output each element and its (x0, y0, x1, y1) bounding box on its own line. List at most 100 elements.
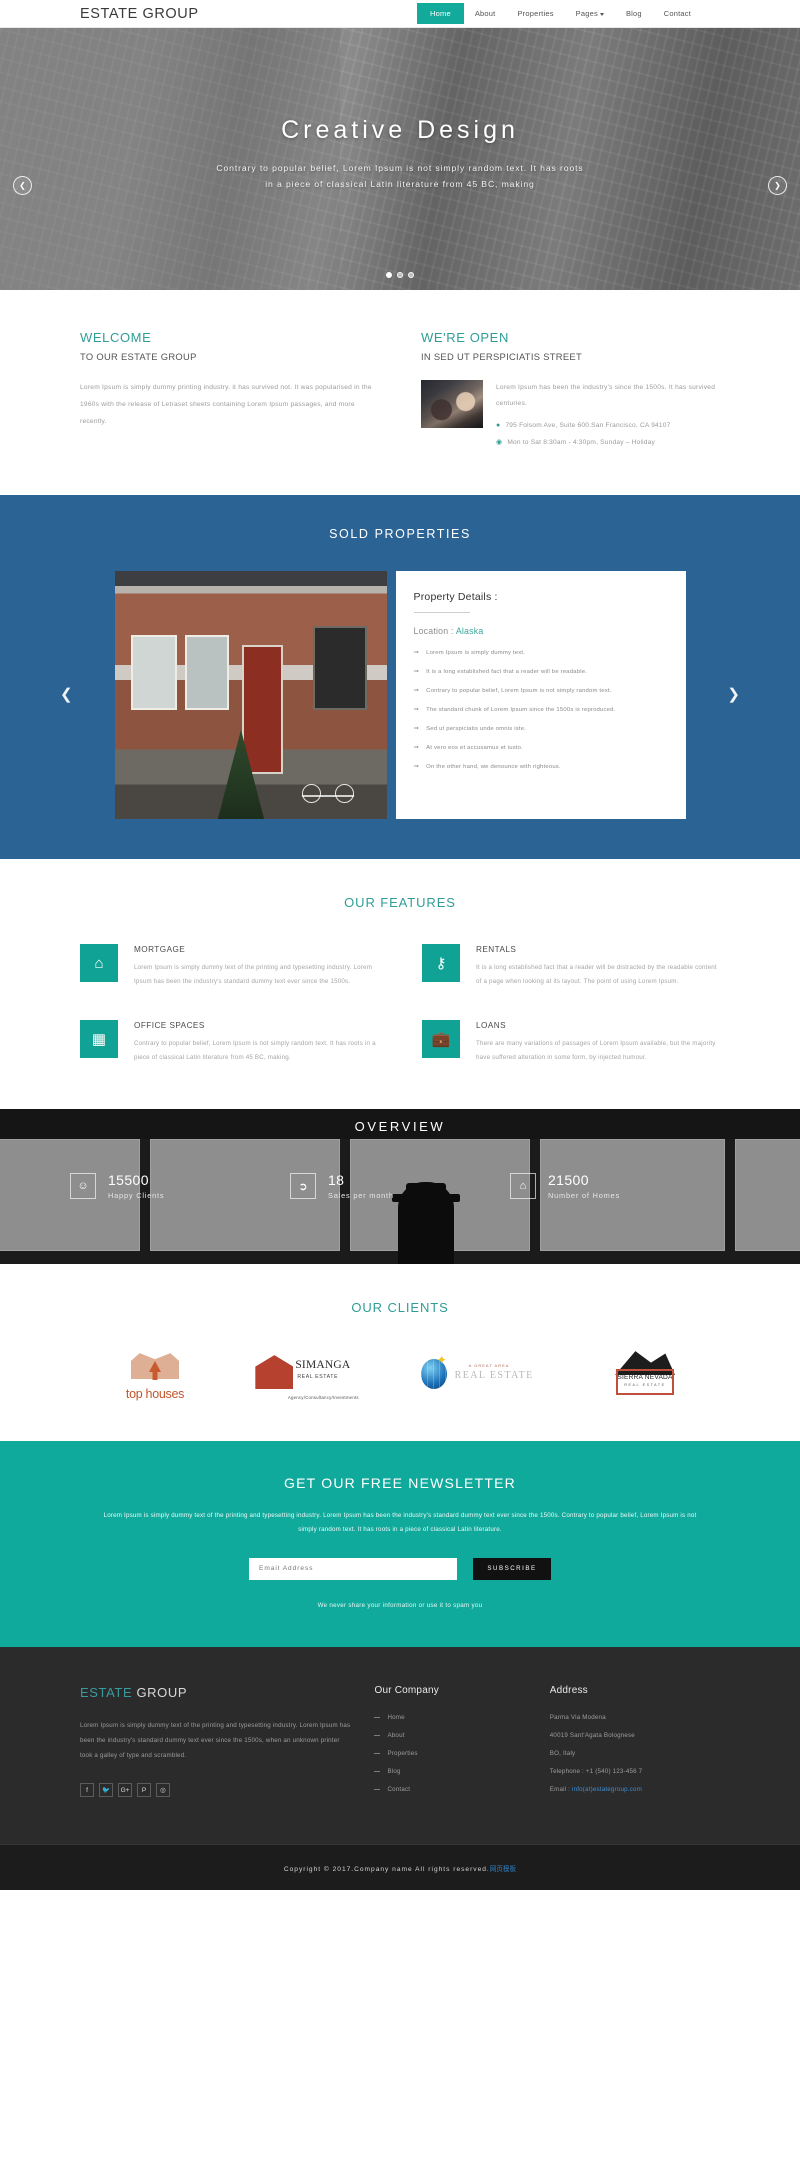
smiley-icon: ☺ (70, 1173, 96, 1200)
sold-properties-section: SOLD PROPERTIES ❮ ❯ Property Details : L… (0, 495, 800, 859)
facebook-icon[interactable]: f (80, 1783, 94, 1798)
features-section: OUR FEATURES ⌂ MORTGAGE Lorem Ipsum is s… (0, 859, 800, 1109)
dash-icon (374, 1752, 381, 1754)
footer-brand: ESTATE GROUP (80, 1685, 350, 1700)
stat-happy-clients: ☺ 15500 Happy Clients (70, 1172, 290, 1200)
footer-address-line: Parma Via Modena (549, 1713, 606, 1721)
welcome-title: WELCOME (80, 330, 152, 345)
footer-address-line: BO, Italy (549, 1749, 576, 1757)
client-logo-real-estate[interactable]: ✦ A GREAT AREA REAL ESTATE (407, 1349, 557, 1401)
property-bullet: ➞ It is a long established fact that a re… (414, 667, 668, 675)
subscribe-button[interactable]: SUBSCRIBE (473, 1557, 551, 1580)
simanga-logo-tagline: Agency/Consultancy/Investments (287, 1395, 359, 1401)
twitter-icon[interactable]: 🐦 (99, 1783, 113, 1798)
stat-number: 21500 (548, 1172, 589, 1189)
sold-properties-slide: Property Details : Location : Alaska ➞ Lo… (0, 571, 800, 819)
overview-section: OVERVIEW ☺ 15500 Happy Clients ➲ 18 Sale… (0, 1109, 800, 1265)
footer-link-contact[interactable]: Contact (374, 1786, 525, 1793)
google-plus-icon[interactable]: G+ (118, 1783, 132, 1798)
sold-prev-button[interactable]: ❮ (60, 685, 73, 703)
open-row: Lorem Ipsum has been the industry's sinc… (421, 380, 720, 447)
home-icon: ⌂ (510, 1173, 536, 1200)
sierra-frame (615, 1369, 674, 1396)
hero-dot-1[interactable] (386, 272, 392, 278)
sold-next-button[interactable]: ❯ (727, 685, 740, 703)
footer-link-label: Home (387, 1713, 405, 1721)
sierra-logo-text: SIERRA NEVADA (617, 1374, 673, 1382)
features-title: OUR FEATURES (344, 895, 456, 910)
open-photo (421, 380, 483, 428)
client-logo-top-houses[interactable]: top houses (80, 1349, 230, 1401)
footer-link-properties[interactable]: Properties (374, 1750, 525, 1757)
top-houses-logo: top houses (80, 1349, 230, 1401)
simanga-logo-sub: REAL ESTATE (297, 1374, 339, 1381)
welcome-subtitle: TO OUR ESTATE GROUP (80, 351, 197, 362)
home-icon: ⌂ (80, 944, 118, 982)
open-address: 795 Folsom Ave, Suite 600.San Francisco,… (505, 421, 671, 429)
nav-item-about[interactable]: About (464, 4, 507, 23)
footer-email-link[interactable]: info(at)estategroup.com (572, 1786, 642, 1793)
open-hours: Mon to Sat 8:30am - 4:30pm, Sunday – Hol… (507, 439, 656, 447)
property-bullet-text: It is a long established fact that a rea… (426, 669, 588, 675)
stat-body: 18 Sales per month (328, 1172, 394, 1200)
arrow-right-icon: ➞ (413, 649, 420, 656)
footer-address-column: Address Parma Via Modena 40019 Sant'Agat… (550, 1685, 720, 1804)
welcome-text: Lorem Ipsum is simply dummy printing ind… (80, 384, 372, 425)
property-photo (114, 571, 387, 819)
hero-prev-button[interactable]: ❮ (13, 176, 32, 195)
client-logo-simanga[interactable]: SIMANGA REAL ESTATE Agency/Consultancy/I… (243, 1349, 393, 1401)
overview-title: OVERVIEW (354, 1119, 446, 1135)
feature-text: Lorem Ipsum is simply dummy text of the … (134, 964, 373, 986)
footer-company-column: Our Company Home About Properties Blog C… (374, 1685, 525, 1804)
dash-icon (374, 1770, 381, 1772)
copyright-credit-link[interactable]: 网页模板 (490, 1866, 516, 1873)
stat-number: 18 (328, 1172, 345, 1189)
footer-link-blog[interactable]: Blog (374, 1768, 525, 1775)
open-address-line: ● 795 Folsom Ave, Suite 600.San Francisc… (496, 422, 720, 430)
dash-icon (374, 1734, 381, 1736)
welcome-section: WELCOME TO OUR ESTATE GROUP Lorem Ipsum … (0, 290, 800, 495)
site-brand[interactable]: ESTATE GROUP (80, 6, 199, 22)
property-location-label: Location : (413, 626, 456, 636)
hero-next-button[interactable]: ❯ (768, 176, 787, 195)
open-column: WE'RE OPEN IN SED UT PERSPICIATIS STREET… (421, 330, 720, 447)
hero-dot-2[interactable] (397, 272, 403, 278)
copyright-text: Copyright © 2017.Company name All rights… (283, 1865, 490, 1873)
hero-dot-3[interactable] (408, 272, 414, 278)
nav-item-blog[interactable]: Blog (615, 4, 653, 23)
footer-link-home[interactable]: Home (374, 1714, 525, 1721)
nav-item-contact[interactable]: Contact (653, 4, 702, 23)
arrow-right-icon: ➞ (413, 706, 420, 713)
copyright-bar: Copyright © 2017.Company name All rights… (0, 1843, 800, 1890)
property-bullet-text: The standard chunk of Lorem Ipsum since … (426, 707, 616, 713)
footer-link-about[interactable]: About (374, 1732, 525, 1739)
pinterest-icon[interactable]: P (137, 1783, 151, 1798)
arrow-right-icon: ➞ (413, 725, 420, 732)
nav-item-pages[interactable]: Pages (565, 4, 615, 23)
nav-item-home[interactable]: Home (417, 3, 464, 24)
dribbble-icon[interactable]: ◎ (156, 1783, 170, 1798)
arrow-right-icon: ➞ (413, 763, 420, 770)
open-body: Lorem Ipsum has been the industry's sinc… (496, 380, 720, 447)
clients-logo-row: top houses SIMANGA REAL ESTATE Agency/Co… (80, 1349, 720, 1401)
newsletter-form: SUBSCRIBE (100, 1557, 700, 1580)
property-bullet-text: Contrary to popular belief, Lorem Ipsum … (426, 688, 612, 694)
simanga-logo: SIMANGA REAL ESTATE Agency/Consultancy/I… (243, 1349, 393, 1401)
sold-properties-title: SOLD PROPERTIES (329, 527, 471, 541)
features-grid: ⌂ MORTGAGE Lorem Ipsum is simply dummy t… (80, 944, 720, 1065)
top-houses-logo-text: top houses (125, 1387, 185, 1402)
property-location-value: Alaska (455, 626, 484, 636)
feature-body: OFFICE SPACES Contrary to popular belief… (134, 1020, 378, 1066)
nav-item-properties[interactable]: Properties (506, 4, 564, 23)
footer-address-line: 40019 Sant'Agata Bolognese (549, 1731, 635, 1739)
property-bullet-text: At vero eos et accusamus et iusto. (426, 745, 523, 751)
client-logo-sierra-nevada[interactable]: SIERRA NEVADA REAL ESTATE (570, 1349, 720, 1401)
feature-title: OFFICE SPACES (134, 1020, 205, 1030)
simanga-house-icon (255, 1355, 294, 1390)
hero-dots (0, 272, 800, 278)
chevron-down-icon (599, 12, 604, 16)
email-input[interactable] (249, 1557, 457, 1580)
stat-body: 15500 Happy Clients (108, 1172, 164, 1200)
open-hours-line: ◉ Mon to Sat 8:30am - 4:30pm, Sunday – H… (496, 439, 720, 447)
footer-about-text: Lorem Ipsum is simply dummy text of the … (80, 1721, 351, 1759)
